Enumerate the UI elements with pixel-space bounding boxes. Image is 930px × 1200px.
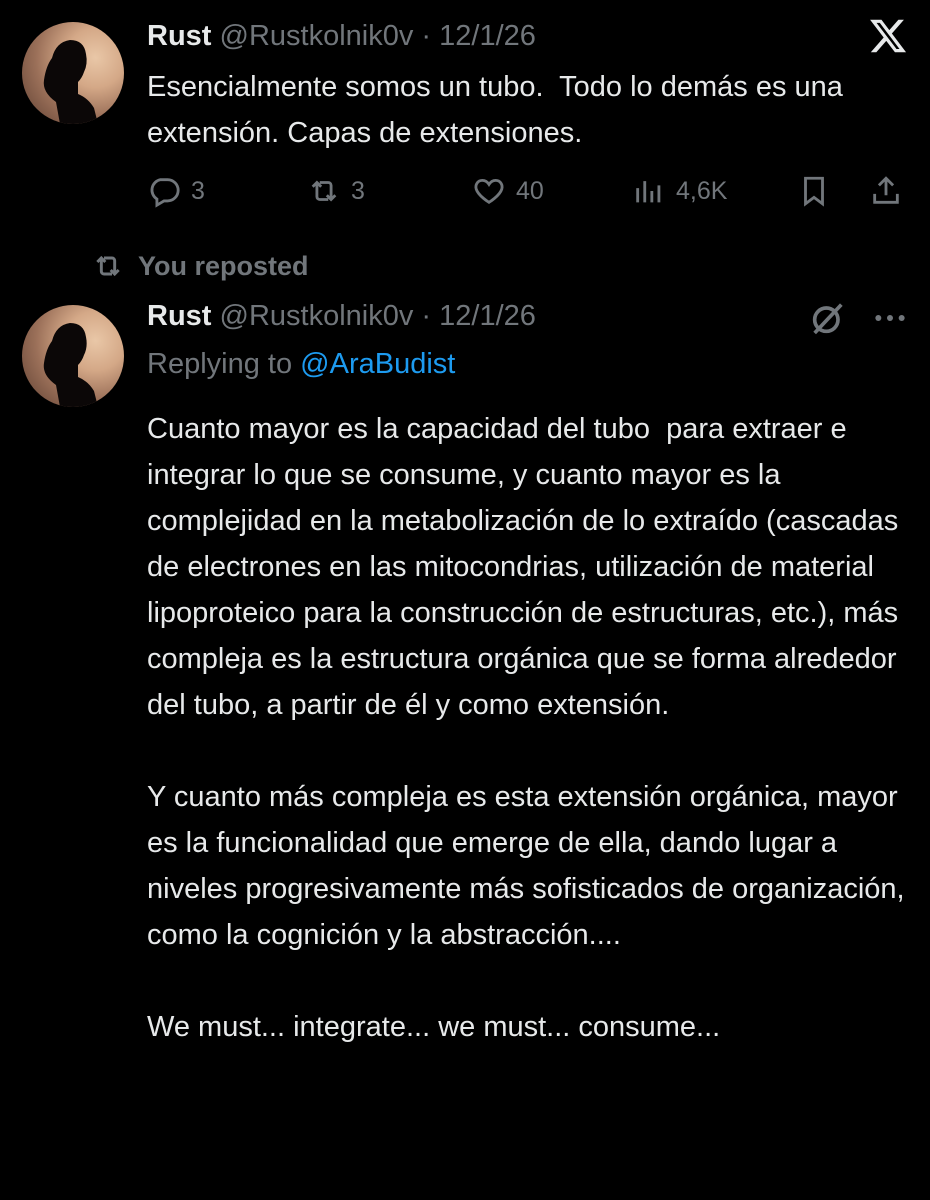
share-button[interactable] — [869, 174, 903, 208]
views-count: 4,6K — [676, 176, 728, 205]
avatar[interactable] — [22, 22, 124, 124]
x-logo-icon[interactable] — [868, 16, 908, 56]
avatar-silhouette — [43, 323, 98, 407]
bookmark-icon — [804, 176, 824, 207]
post-date[interactable]: 12/1/26 — [439, 300, 536, 332]
repost-button[interactable]: 3 — [307, 174, 365, 208]
separator: · — [421, 300, 432, 332]
avatar[interactable] — [22, 305, 124, 407]
like-count: 40 — [516, 176, 544, 205]
views-icon — [636, 181, 661, 203]
user-handle[interactable]: @Rustkolnik0v — [220, 300, 414, 332]
avatar-silhouette — [43, 40, 98, 124]
like-button[interactable]: 40 — [472, 174, 544, 208]
replying-prefix: Replying to — [147, 348, 293, 380]
display-name[interactable]: Rust — [147, 20, 211, 52]
repost-count: 3 — [351, 176, 365, 205]
post-date[interactable]: 12/1/26 — [439, 20, 536, 52]
tweet-header: Rust @Rustkolnik0v · 12/1/26 — [147, 300, 536, 333]
repost-icon — [311, 180, 337, 202]
replying-to-line: Replying to @AraBudist — [147, 348, 455, 381]
user-handle[interactable]: @Rustkolnik0v — [220, 20, 414, 52]
display-name[interactable]: Rust — [147, 300, 211, 332]
like-icon — [474, 178, 504, 204]
tweet-text: Cuanto mayor es la capacidad del tubo pa… — [147, 413, 905, 1043]
repost-icon — [96, 255, 120, 277]
action-bar: 3 3 40 4,6K — [147, 170, 907, 216]
grok-icon[interactable] — [808, 298, 848, 338]
reply-button[interactable]: 3 — [147, 174, 205, 208]
more-icon[interactable] — [870, 298, 910, 338]
repost-banner[interactable]: You reposted — [92, 250, 309, 282]
tweet-text: Esencialmente somos un tubo. Todo lo dem… — [147, 71, 851, 149]
tweet-header: Rust @Rustkolnik0v · 12/1/26 — [147, 20, 536, 53]
views-button[interactable]: 4,6K — [632, 174, 727, 208]
bookmark-button[interactable] — [797, 174, 831, 208]
repost-label: You reposted — [138, 250, 309, 281]
share-icon — [873, 176, 899, 204]
reply-count: 3 — [191, 176, 205, 205]
reply-icon — [150, 178, 180, 208]
separator: · — [421, 20, 432, 52]
mention-link[interactable]: @AraBudist — [300, 348, 455, 380]
